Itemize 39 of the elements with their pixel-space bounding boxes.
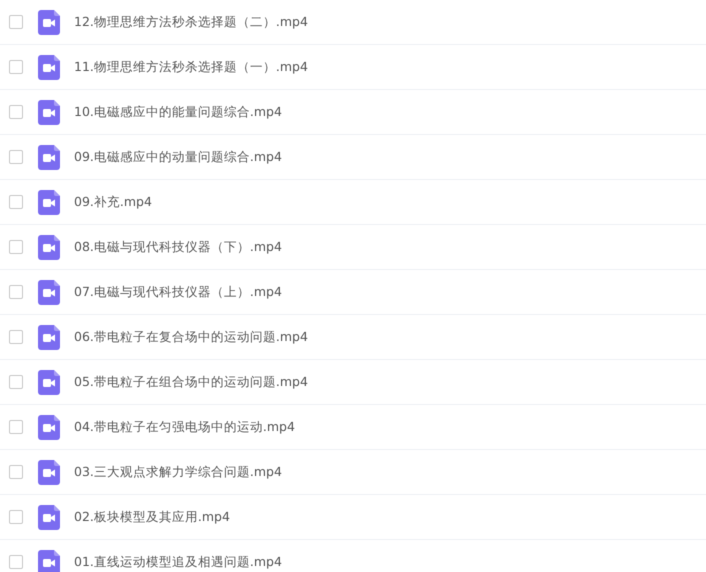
file-name[interactable]: 12.物理思维方法秒杀选择题（二）.mp4 [74, 14, 308, 30]
video-file-icon [38, 324, 60, 350]
checkbox[interactable] [9, 150, 23, 164]
video-file-icon [38, 234, 60, 260]
checkbox[interactable] [9, 375, 23, 389]
file-name[interactable]: 03.三大观点求解力学综合问题.mp4 [74, 464, 282, 480]
file-name[interactable]: 02.板块模型及其应用.mp4 [74, 508, 230, 526]
checkbox[interactable] [9, 555, 23, 569]
checkbox[interactable] [9, 465, 23, 479]
file-name[interactable]: 09.补充.mp4 [74, 194, 152, 210]
checkbox[interactable] [9, 15, 23, 29]
checkbox[interactable] [9, 195, 23, 209]
checkbox[interactable] [9, 510, 23, 524]
file-name[interactable]: 07.电磁与现代科技仪器（上）.mp4 [74, 284, 282, 300]
file-name[interactable]: 11.物理思维方法秒杀选择题（一）.mp4 [74, 58, 308, 76]
video-file-icon [38, 414, 60, 440]
video-file-icon [38, 54, 60, 80]
checkbox[interactable] [9, 285, 23, 299]
file-name[interactable]: 08.电磁与现代科技仪器（下）.mp4 [74, 238, 282, 256]
video-file-icon [38, 10, 60, 34]
video-file-icon [38, 280, 60, 304]
video-file-icon [38, 100, 60, 124]
file-name[interactable]: 01.直线运动模型追及相遇问题.mp4 [74, 554, 282, 570]
video-file-icon [38, 190, 60, 214]
checkbox[interactable] [9, 420, 23, 434]
checkbox[interactable] [9, 105, 23, 119]
checkbox[interactable] [9, 330, 23, 344]
video-file-icon [38, 550, 60, 572]
video-file-icon [38, 504, 60, 530]
checkbox[interactable] [9, 60, 23, 74]
video-file-icon [38, 144, 60, 170]
video-file-icon [38, 460, 60, 484]
file-name[interactable]: 05.带电粒子在组合场中的运动问题.mp4 [74, 374, 308, 390]
file-name[interactable]: 04.带电粒子在匀强电场中的运动.mp4 [74, 418, 295, 436]
file-name[interactable]: 06.带电粒子在复合场中的运动问题.mp4 [74, 328, 308, 346]
video-file-icon [38, 370, 60, 394]
file-name[interactable]: 09.电磁感应中的动量问题综合.mp4 [74, 148, 282, 166]
file-name[interactable]: 10.电磁感应中的能量问题综合.mp4 [74, 104, 282, 120]
checkbox[interactable] [9, 240, 23, 254]
